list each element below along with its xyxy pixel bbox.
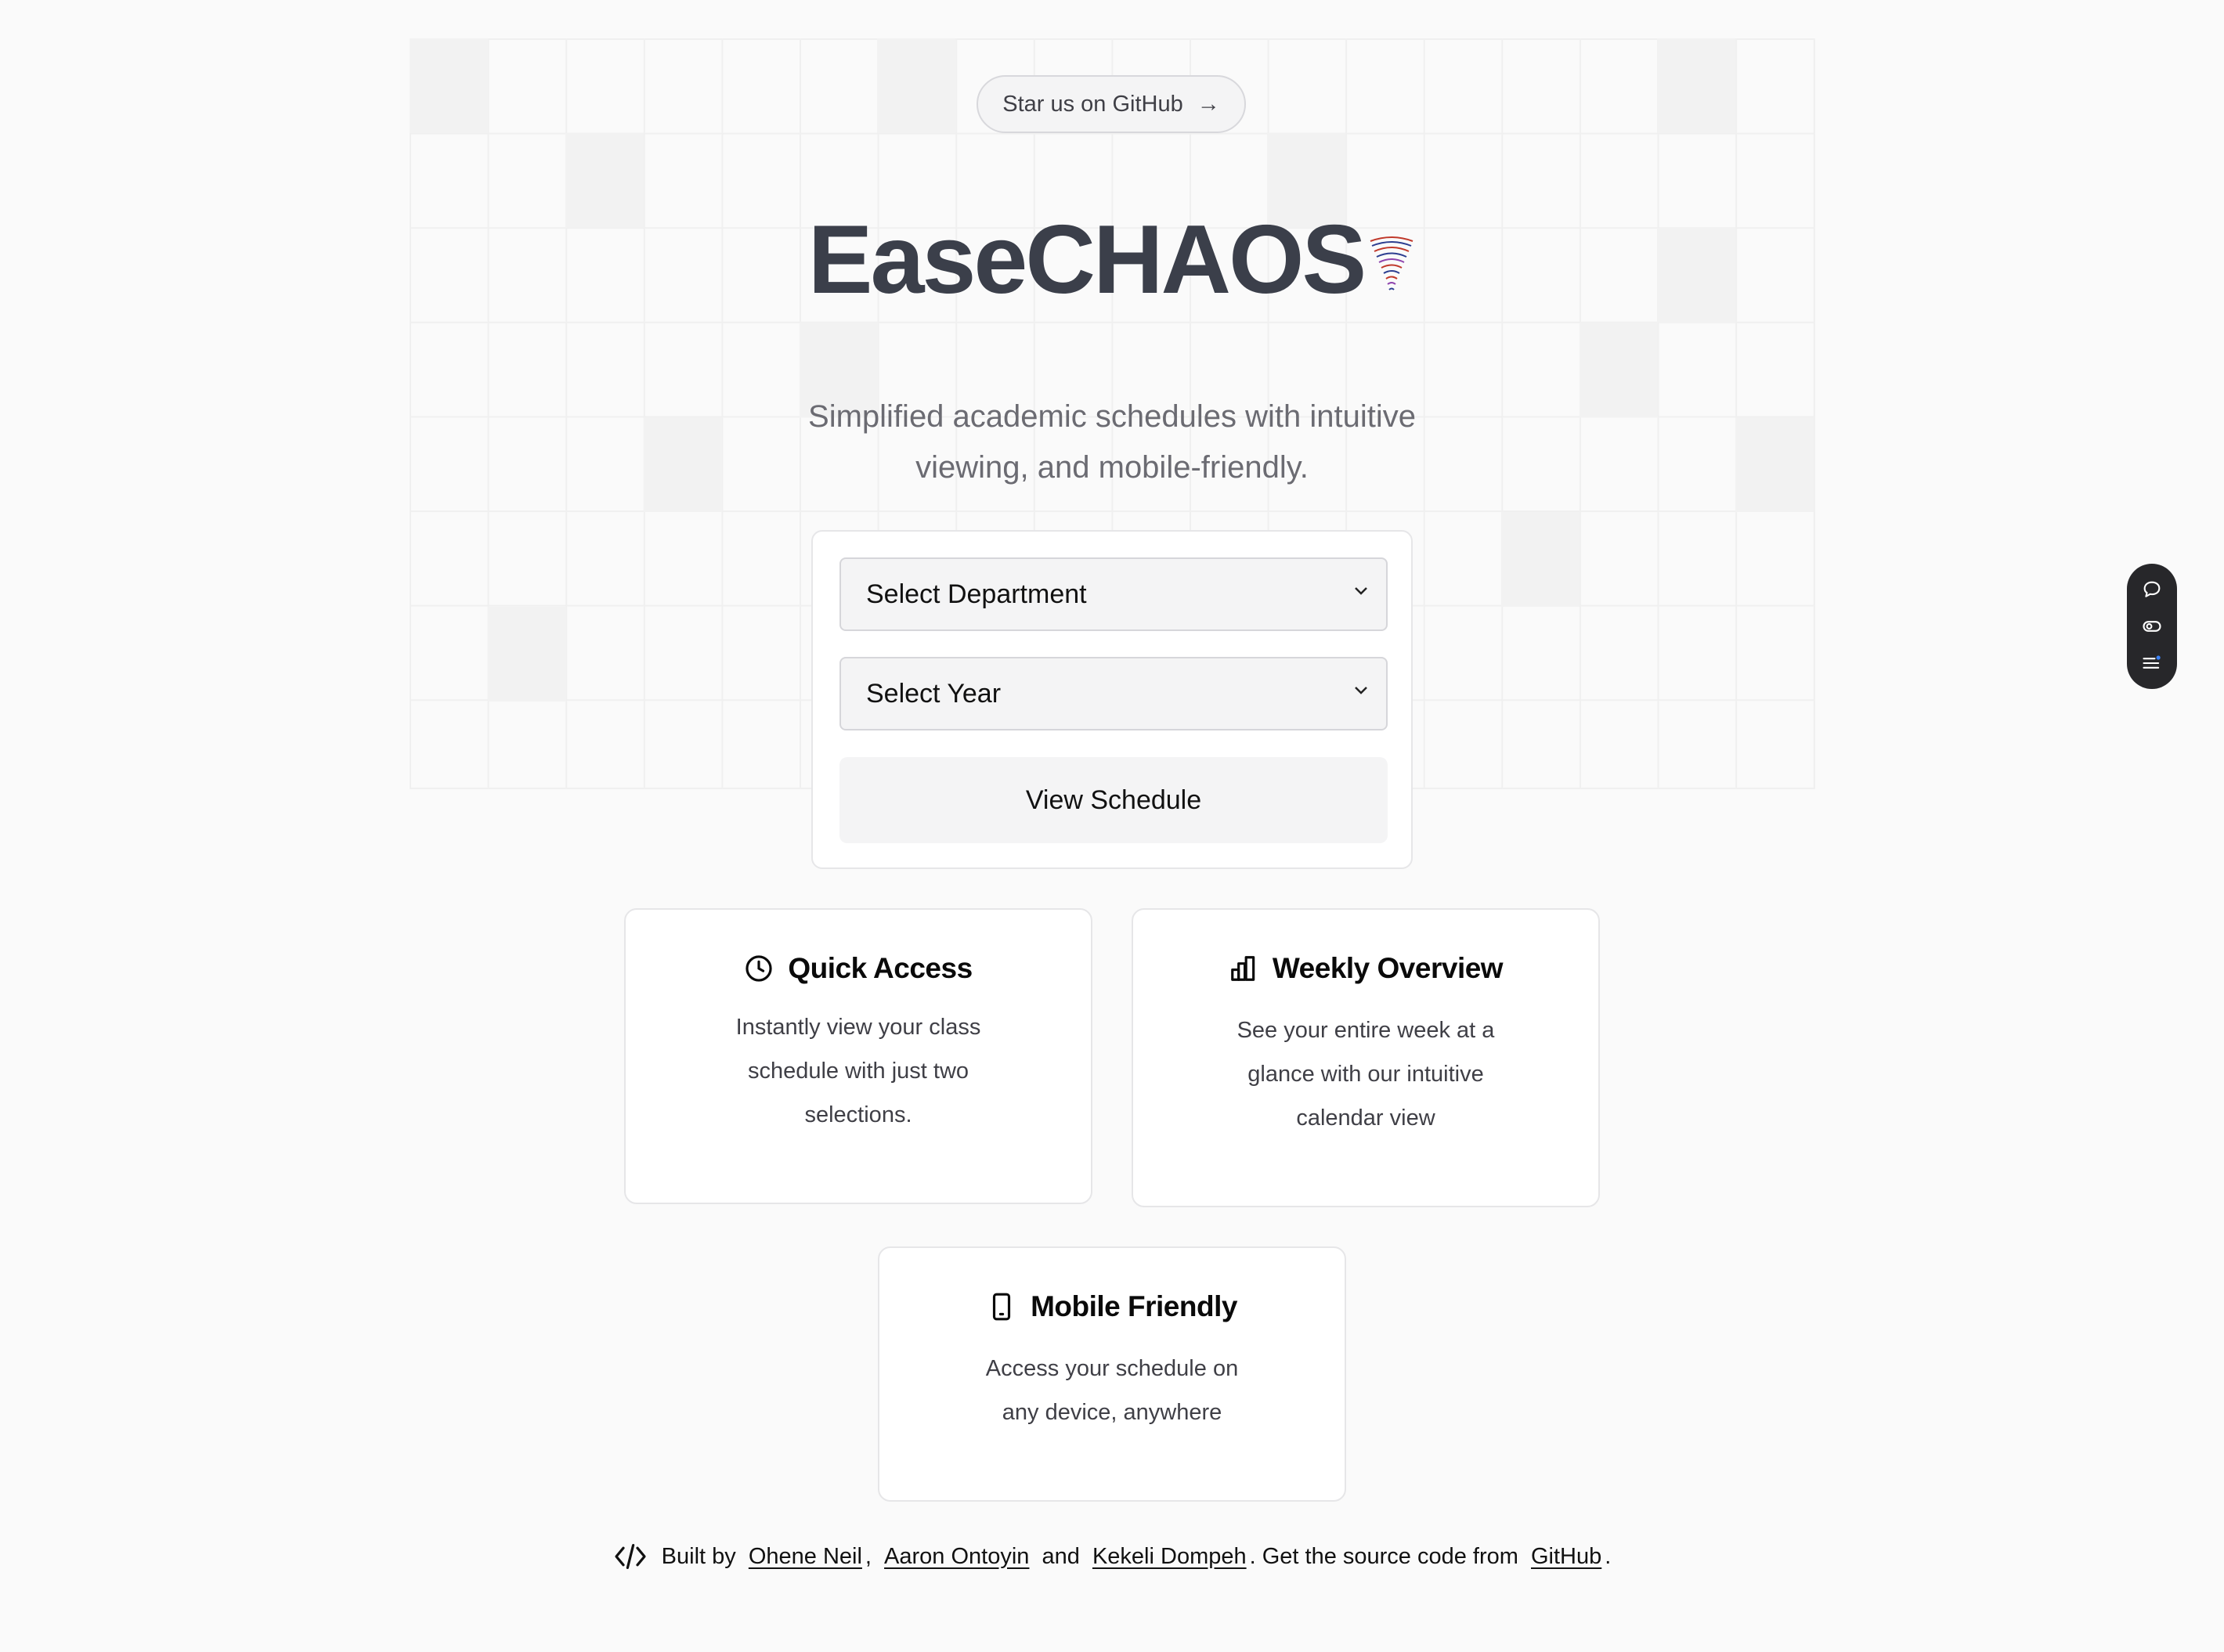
- footer-and: and: [1042, 1543, 1080, 1569]
- tornado-icon: [1367, 235, 1416, 300]
- feature-text-line: glance with our intuitive: [1247, 1062, 1484, 1087]
- subtitle-line-2: viewing, and mobile-friendly.: [915, 450, 1309, 485]
- eye-toggle-icon[interactable]: [2141, 615, 2163, 637]
- chat-bubble-icon[interactable]: [2141, 579, 2163, 601]
- author-link-kekeli-dompeh[interactable]: Kekeli Dompeh: [1092, 1544, 1247, 1570]
- year-select[interactable]: Select Year: [839, 657, 1388, 730]
- schedule-form-card: Select Department Select Year View Sched…: [811, 530, 1413, 869]
- feature-card-weekly-overview: Weekly Overview See your entire week at …: [1132, 908, 1600, 1207]
- view-schedule-button[interactable]: View Schedule: [839, 757, 1388, 843]
- feature-text-line: selections.: [804, 1102, 912, 1127]
- subtitle-line-1: Simplified academic schedules with intui…: [808, 399, 1416, 434]
- chevron-down-icon: [1355, 587, 1367, 595]
- feature-title: Quick Access: [788, 952, 973, 984]
- author-link-aaron-ontoyin[interactable]: Aaron Ontoyin: [884, 1544, 1029, 1570]
- feature-text-line: Instantly view your class: [735, 1015, 981, 1040]
- star-on-github-button[interactable]: Star us on GitHub →: [977, 75, 1246, 133]
- app-title: EaseCHAOS: [807, 206, 1367, 314]
- smartphone-icon: [992, 1293, 1011, 1321]
- footer-source-text: . Get the source code from: [1249, 1543, 1518, 1569]
- feature-text-line: any device, anywhere: [1002, 1400, 1222, 1425]
- department-select-value: Select Department: [866, 579, 1087, 609]
- footer-end: .: [1605, 1543, 1612, 1569]
- author-link-ohene-neil[interactable]: Ohene Neil: [749, 1544, 862, 1570]
- feature-text-line: schedule with just two: [747, 1059, 969, 1084]
- department-select[interactable]: Select Department: [839, 557, 1388, 631]
- subtitle: Simplified academic schedules with intui…: [0, 391, 2224, 493]
- feature-text-line: See your entire week at a: [1237, 1018, 1495, 1043]
- github-source-link[interactable]: GitHub: [1531, 1544, 1601, 1570]
- feature-title: Mobile Friendly: [1031, 1290, 1237, 1322]
- code-icon: [615, 1543, 646, 1570]
- feature-card-quick-access: Quick Access Instantly view your class s…: [624, 908, 1092, 1204]
- feature-text-line: calendar view: [1296, 1106, 1435, 1131]
- github-pill-label: Star us on GitHub: [1002, 91, 1183, 117]
- chevron-down-icon: [1355, 687, 1367, 694]
- arrow-right-icon: →: [1197, 91, 1220, 117]
- feature-title: Weekly Overview: [1272, 952, 1504, 984]
- menu-list-icon[interactable]: [2141, 652, 2163, 674]
- feature-heading: Mobile Friendly: [879, 1290, 1345, 1323]
- footer-separator: ,: [865, 1543, 872, 1569]
- side-toolbar-widget: [2127, 564, 2177, 689]
- bar-chart-icon: [1231, 956, 1255, 981]
- footer: Built by Ohene Neil, Aaron Ontoyin and K…: [0, 1542, 2224, 1571]
- feature-card-mobile-friendly: Mobile Friendly Access your schedule on …: [878, 1246, 1346, 1502]
- footer-prefix: Built by: [661, 1543, 736, 1569]
- year-select-value: Select Year: [866, 678, 1002, 709]
- clock-icon: [746, 955, 772, 982]
- feature-heading: Weekly Overview: [1133, 952, 1598, 985]
- feature-text-line: Access your schedule on: [985, 1356, 1239, 1381]
- feature-heading: Quick Access: [626, 952, 1091, 985]
